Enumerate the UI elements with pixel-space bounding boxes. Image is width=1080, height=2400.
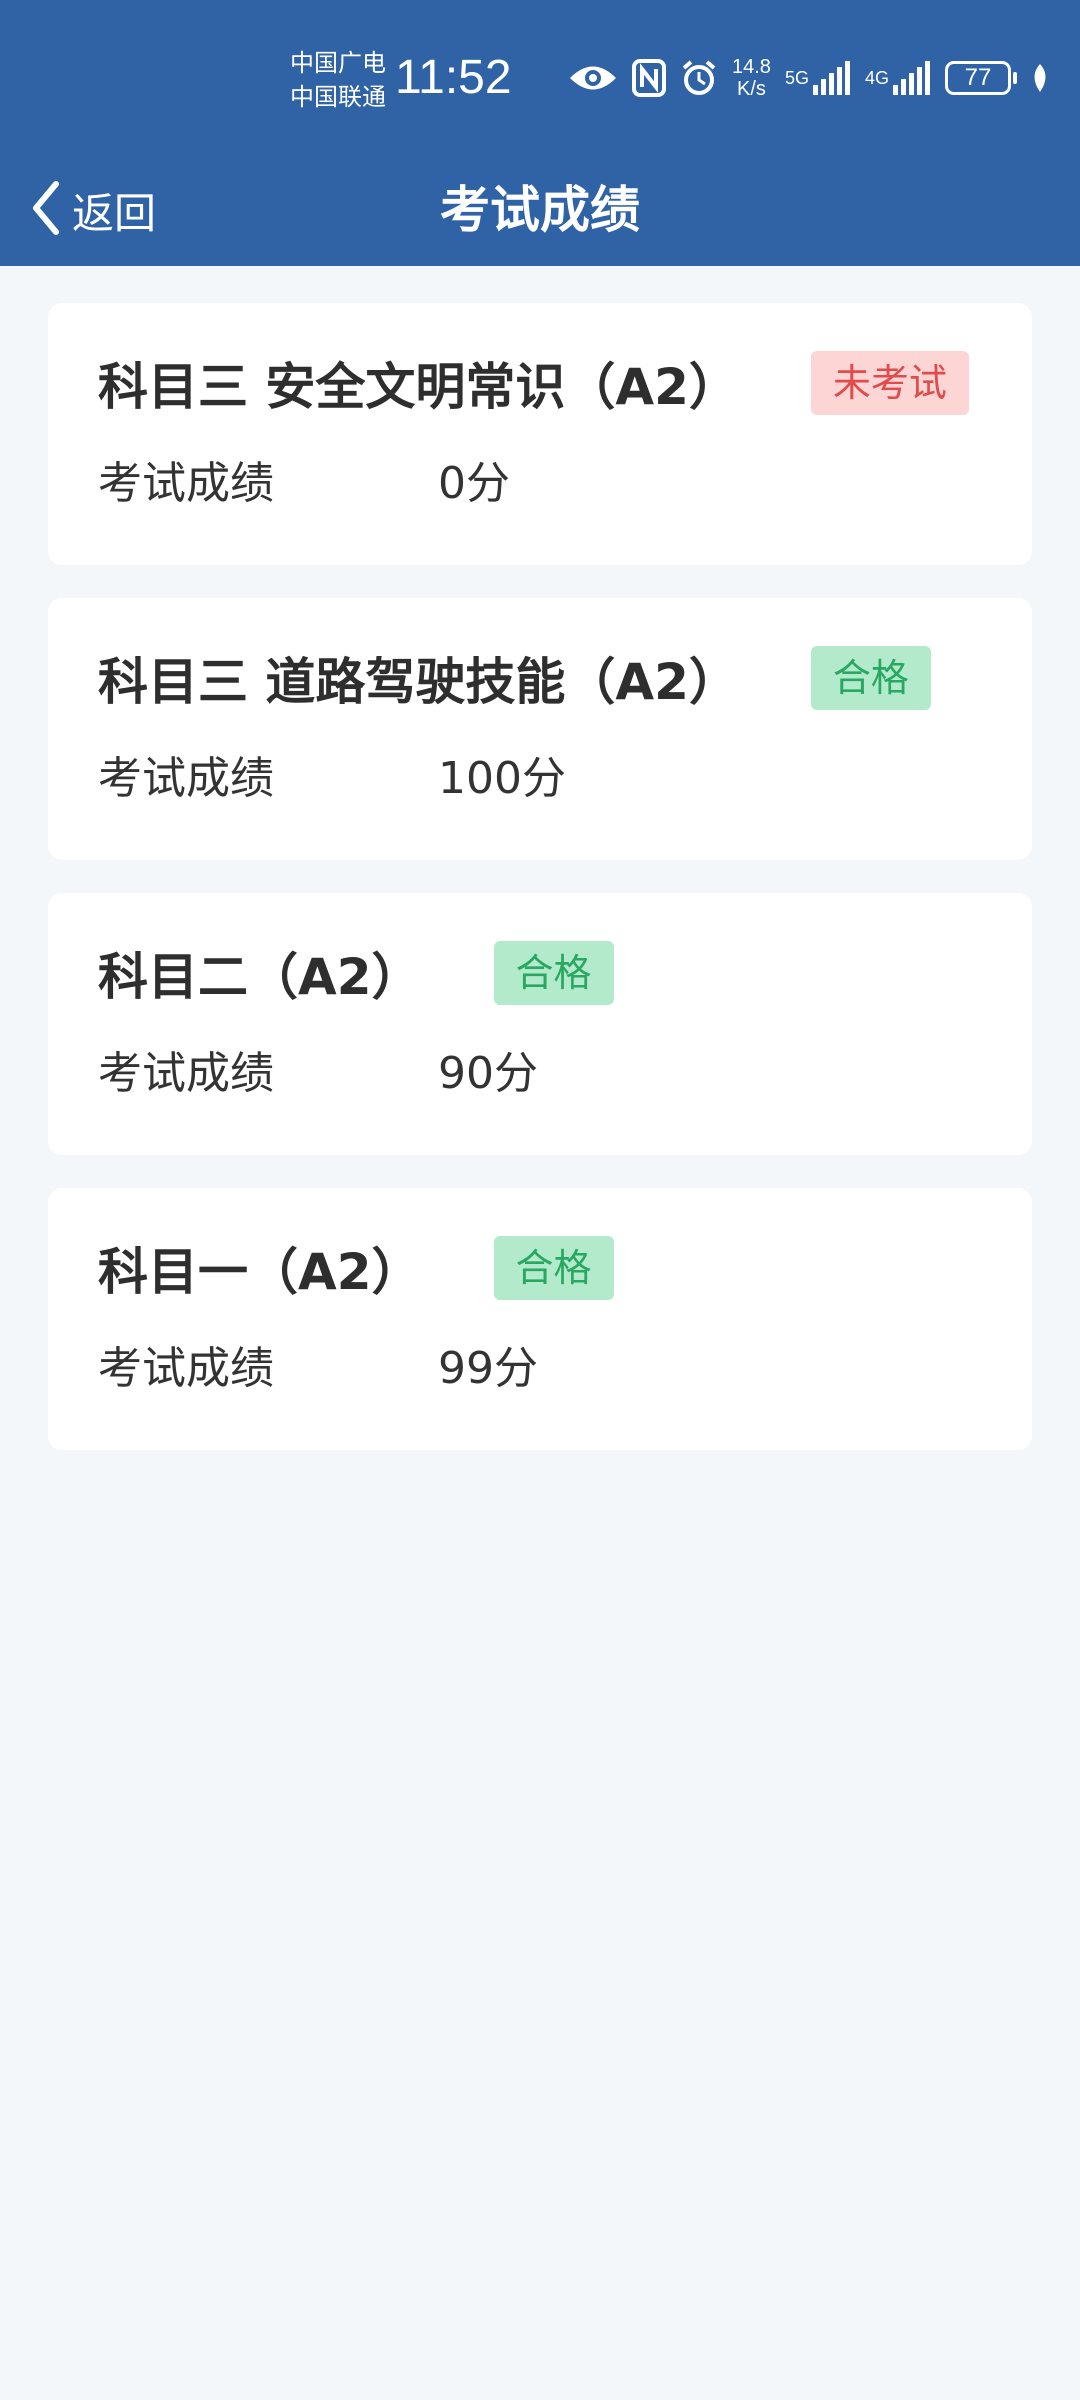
subject-title: 科目三 安全文明常识（A2） (98, 358, 739, 416)
status-bar: 中国广电 中国联通 11:52 14.8 K/s 5G 4G 77 (0, 0, 1080, 160)
subject-title: 科目一（A2） (98, 1243, 422, 1301)
back-button[interactable]: 返回 (30, 172, 156, 248)
signal-5g-label: 5G (784, 68, 809, 88)
chevron-left-icon (30, 180, 62, 240)
page-title: 考试成绩 (440, 181, 640, 239)
score-value: 100分 (438, 753, 566, 804)
score-value: 99分 (438, 1343, 538, 1394)
battery-icon: 77 (944, 61, 1017, 95)
status-badge: 未考试 (810, 351, 969, 415)
app-header: 中国广电 中国联通 11:52 14.8 K/s 5G 4G 77 考试成绩 返… (0, 0, 1080, 266)
subject-title: 科目二（A2） (98, 948, 422, 1006)
status-time: 11:52 (395, 51, 512, 104)
nav-bar: 考试成绩 返回 (0, 160, 1080, 266)
status-badge: 合格 (493, 1236, 614, 1300)
signal-4g-icon: 4G (865, 61, 931, 95)
subject-title: 科目三 道路驾驶技能（A2） (98, 653, 739, 711)
carrier-names: 中国广电 中国联通 (290, 46, 386, 114)
score-label: 考试成绩 (98, 1048, 274, 1099)
results-list: 科目三 安全文明常识（A2） 未考试 考试成绩 0分 科目三 道路驾驶技能（A2… (48, 303, 1032, 1483)
carrier-2: 中国联通 (290, 83, 386, 111)
result-card[interactable]: 科目三 道路驾驶技能（A2） 合格 考试成绩 100分 (48, 598, 1032, 860)
score-value: 90分 (438, 1048, 538, 1099)
net-speed-value: 14.8 (732, 56, 771, 78)
score-label: 考试成绩 (98, 1343, 274, 1394)
net-speed: 14.8 K/s (732, 56, 771, 100)
battery-level: 77 (944, 61, 1017, 95)
signal-5g-icon: 5G (785, 61, 851, 95)
score-label: 考试成绩 (98, 753, 274, 804)
net-speed-unit: K/s (737, 78, 766, 100)
status-badge: 合格 (810, 646, 931, 710)
result-card[interactable]: 科目二（A2） 合格 考试成绩 90分 (48, 893, 1032, 1155)
status-icons: 14.8 K/s 5G 4G 77 (568, 54, 1051, 102)
signal-4g-label: 4G (864, 68, 889, 88)
score-label: 考试成绩 (98, 458, 274, 509)
nfc-icon (632, 59, 666, 97)
carrier-1: 中国广电 (290, 49, 386, 77)
result-card[interactable]: 科目三 安全文明常识（A2） 未考试 考试成绩 0分 (48, 303, 1032, 565)
score-value: 0分 (438, 458, 510, 509)
alarm-icon (680, 59, 718, 97)
eye-icon (568, 61, 618, 95)
back-label: 返回 (72, 188, 157, 238)
status-badge: 合格 (493, 941, 614, 1005)
leaf-icon (1029, 62, 1051, 94)
result-card[interactable]: 科目一（A2） 合格 考试成绩 99分 (48, 1188, 1032, 1450)
